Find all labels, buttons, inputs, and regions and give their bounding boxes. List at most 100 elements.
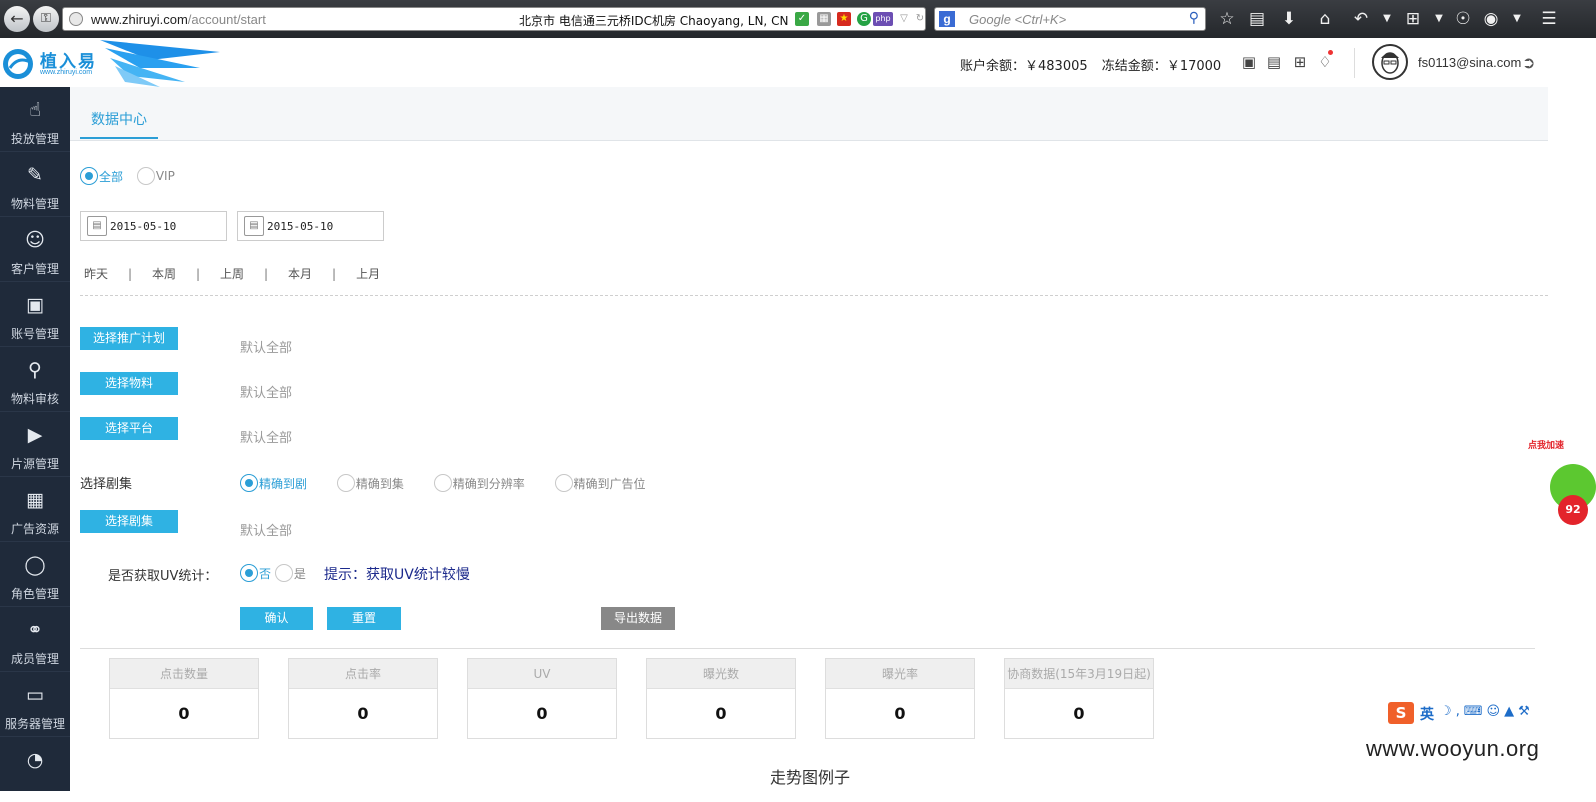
sidebar-item-stats[interactable]: ◔ <box>0 737 70 802</box>
search-icon[interactable]: ⚲ <box>1189 10 1199 26</box>
range-last-week-link[interactable]: 上周 <box>220 265 244 282</box>
sidebar-item-members[interactable]: ⚭ 成员管理 <box>0 607 70 672</box>
end-date-value: 2015-05-10 <box>267 220 334 233</box>
key-icon[interactable]: ⚿ <box>33 6 59 32</box>
person-icon: ◯ <box>24 554 46 576</box>
back-button[interactable]: ← <box>4 6 30 32</box>
stat-value: 0 <box>894 704 906 723</box>
uv-no-label[interactable]: 否 <box>259 567 271 581</box>
sidebar-item-label: 账号管理 <box>10 327 59 341</box>
uv-label: 是否获取UV统计： <box>108 569 218 584</box>
range-this-month-link[interactable]: 本月 <box>288 265 312 282</box>
add-folder-icon[interactable]: ⊞ <box>1291 53 1309 71</box>
chevron-down-icon[interactable]: ▼ <box>1428 8 1450 30</box>
select-series-button[interactable]: 选择剧集 <box>80 510 178 533</box>
crop-icon[interactable]: ⊞ <box>1402 8 1424 30</box>
stat-label: 协商数据(15年3月19日起) <box>1005 659 1153 689</box>
sidebar-item-roles[interactable]: ◯ 角色管理 <box>0 542 70 607</box>
avatar[interactable] <box>1372 44 1408 80</box>
by-resolution-radio[interactable] <box>433 474 452 492</box>
undo-icon[interactable]: ↶ <box>1350 8 1372 30</box>
frozen-value: ￥17000 <box>1166 59 1222 74</box>
search-bar[interactable]: g Google <Ctrl+K> ⚲ <box>934 7 1206 31</box>
wallet-icon[interactable]: ▣ <box>1240 53 1258 71</box>
select-plan-button[interactable]: 选择推广计划 <box>80 327 178 350</box>
stat-card-ctr: 点击率 0 <box>288 658 438 739</box>
uv-yes-label[interactable]: 是 <box>294 567 306 581</box>
dropdown-icon[interactable]: ▽ <box>897 12 911 26</box>
address-bar[interactable]: www.zhiruyi.com/account/start 北京市 电信通三元桥… <box>62 7 926 31</box>
ime-language[interactable]: 英 <box>1420 704 1434 724</box>
accelerator-number: 92 <box>1558 495 1588 525</box>
logout-icon[interactable]: ➲ <box>1522 53 1535 72</box>
sidebar-item-delivery[interactable]: ☝ 投放管理 <box>0 87 70 152</box>
addon-icon[interactable]: ☉ <box>1452 8 1474 30</box>
uv-tip-text: 提示：获取UV统计较慢 <box>324 567 470 583</box>
php-icon[interactable]: php <box>873 12 893 26</box>
select-material-button[interactable]: 选择物料 <box>80 372 178 395</box>
home-icon[interactable]: ⌂ <box>1314 8 1336 30</box>
logo[interactable]: 植入易 www.zhiruyi.com <box>0 38 230 87</box>
user-email[interactable]: fs0113@sina.com <box>1418 55 1521 70</box>
by-episode-label[interactable]: 精确到集 <box>356 477 404 491</box>
stat-value: 0 <box>536 704 548 723</box>
ime-tool-icons[interactable]: ☽‚⌨☺▲⚒ <box>1440 704 1534 719</box>
scope-vip-label[interactable]: VIP <box>156 169 175 183</box>
by-drama-radio[interactable] <box>240 474 258 492</box>
series-default-text: 默认全部 <box>240 524 293 539</box>
uv-no-radio[interactable] <box>240 564 258 582</box>
by-ad-slot-radio[interactable] <box>554 474 573 492</box>
download-icon[interactable]: ⬇ <box>1278 8 1300 30</box>
select-platform-button[interactable]: 选择平台 <box>80 417 178 440</box>
start-date-field[interactable]: ▤ 2015-05-10 <box>80 211 227 241</box>
stat-value: 0 <box>715 704 727 723</box>
scope-all-radio[interactable] <box>80 167 98 185</box>
logo-subtext: www.zhiruyi.com <box>40 69 93 76</box>
confirm-button[interactable]: 确认 <box>240 607 313 630</box>
by-ad-slot-label[interactable]: 精确到广告位 <box>574 477 646 491</box>
shield-icon[interactable]: ✓ <box>795 12 809 26</box>
tab-data-center[interactable]: 数据中心 <box>80 109 158 139</box>
qr-icon[interactable]: ▦ <box>817 12 831 26</box>
g-icon[interactable]: G <box>857 12 871 26</box>
end-date-field[interactable]: ▤ 2015-05-10 <box>237 211 384 241</box>
by-episode-radio[interactable] <box>336 474 355 492</box>
bell-icon[interactable]: ♢ <box>1316 53 1334 71</box>
stat-value: 0 <box>178 704 190 723</box>
sidebar-item-label: 物料审核 <box>10 392 59 406</box>
frozen-label: 冻结金额： <box>1101 59 1167 74</box>
search-engine-icon[interactable]: g <box>939 11 955 27</box>
reset-button[interactable]: 重置 <box>327 607 401 630</box>
by-drama-label[interactable]: 精确到剧 <box>259 477 307 491</box>
accelerator-widget[interactable]: 点我加速 92 <box>1526 436 1596 526</box>
lock-icon: ▣ <box>26 294 44 316</box>
sidebar-item-materials[interactable]: ✎ 物料管理 <box>0 152 70 217</box>
sidebar-item-films[interactable]: ▶ 片源管理 <box>0 412 70 477</box>
range-yesterday-link[interactable]: 昨天 <box>84 265 108 282</box>
export-button[interactable]: 导出数据 <box>601 607 675 630</box>
range-last-month-link[interactable]: 上月 <box>356 265 380 282</box>
chevron-down-icon[interactable]: ▼ <box>1376 8 1398 30</box>
sidebar-item-review[interactable]: ⚲ 物料审核 <box>0 347 70 412</box>
sidebar-item-label: 服务器管理 <box>4 717 65 731</box>
scope-vip-radio[interactable] <box>136 167 155 185</box>
menu-icon[interactable]: ☰ <box>1538 8 1560 30</box>
sidebar-item-accounts[interactable]: ▣ 账号管理 <box>0 282 70 347</box>
sidebar-item-ad-resources[interactable]: ▦ 广告资源 <box>0 477 70 542</box>
ime-logo-icon[interactable]: S <box>1388 702 1414 724</box>
reload-icon[interactable]: ↻ <box>913 12 927 26</box>
sidebar-item-label: 成员管理 <box>10 652 59 666</box>
sidebar-item-customers[interactable]: ☺ 客户管理 <box>0 217 70 282</box>
stat-label: 曝光数 <box>647 659 795 689</box>
range-this-week-link[interactable]: 本周 <box>152 265 176 282</box>
chat-icon[interactable]: ◉ <box>1480 8 1502 30</box>
star-icon[interactable]: ☆ <box>1216 8 1238 30</box>
scope-all-label[interactable]: 全部 <box>99 170 123 184</box>
reader-icon[interactable]: ▤ <box>1246 8 1268 30</box>
sidebar-item-servers[interactable]: ▭ 服务器管理 <box>0 672 70 737</box>
chevron-down-icon[interactable]: ▼ <box>1506 8 1528 30</box>
by-resolution-label[interactable]: 精确到分辨率 <box>453 477 525 491</box>
uv-yes-radio[interactable] <box>274 564 293 582</box>
card-icon[interactable]: ▤ <box>1265 53 1283 71</box>
stat-card-negotiated: 协商数据(15年3月19日起) 0 <box>1004 658 1154 739</box>
